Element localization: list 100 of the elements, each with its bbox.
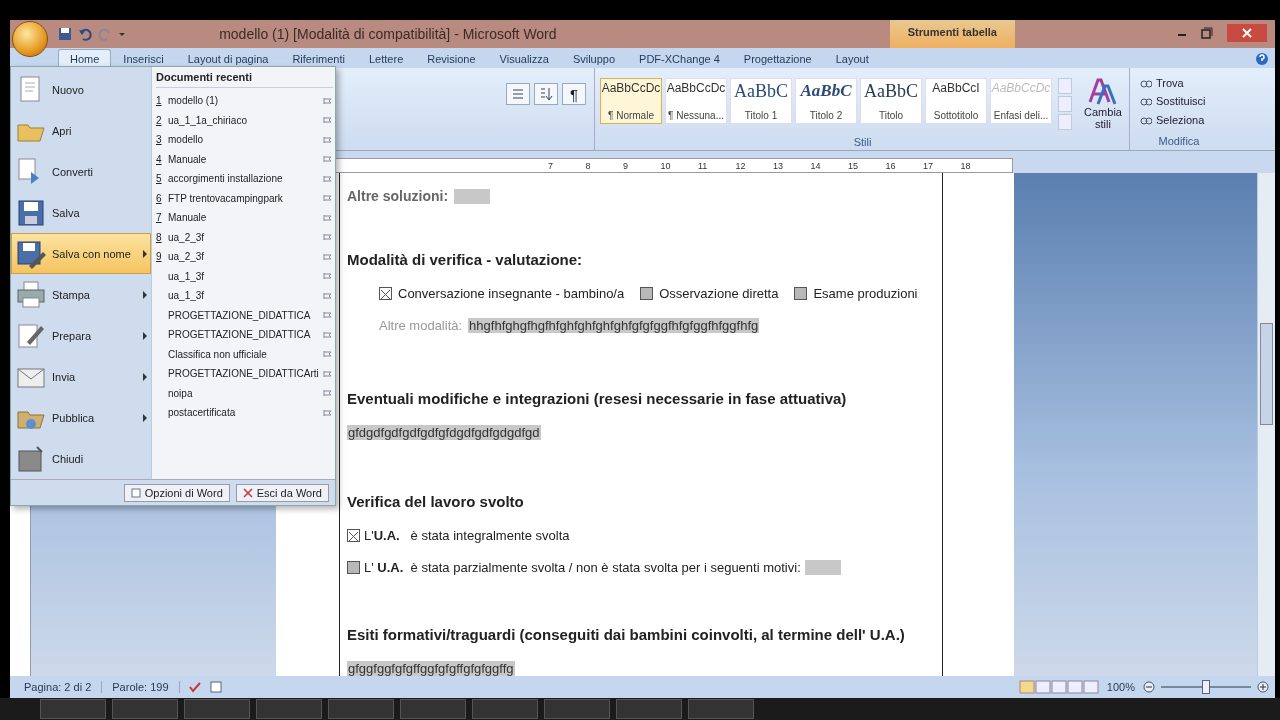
recent-document-item[interactable]: 5 accorgimenti installazione: [156, 169, 333, 189]
pin-icon[interactable]: [323, 369, 333, 378]
office-button[interactable]: [12, 21, 48, 57]
style-tile[interactable]: AaBbCcDc ¶ Nessuna...: [665, 78, 727, 124]
text-field[interactable]: hhgfhfghgfhgfhfghfghfghfghfgfgfggfhfgfggfhfggfhfg: [468, 317, 760, 333]
menu-item[interactable]: Nuovo: [11, 69, 151, 110]
checkbox[interactable]: [640, 286, 654, 300]
pin-icon[interactable]: [323, 330, 333, 339]
recent-document-item[interactable]: 3 modello: [156, 130, 333, 150]
save-icon[interactable]: [58, 27, 72, 41]
ribbon-tab[interactable]: PDF-XChange 4: [627, 49, 732, 68]
undo-icon[interactable]: [78, 27, 92, 41]
menu-button[interactable]: Esci da Word: [235, 483, 329, 502]
style-tile[interactable]: AaBbC Titolo 2: [795, 78, 857, 124]
pin-icon[interactable]: [323, 135, 333, 144]
ruler-number: 11: [698, 160, 709, 171]
restore-icon[interactable]: [1201, 27, 1213, 39]
style-tile[interactable]: AaBbC Titolo: [860, 78, 922, 124]
show-marks-button[interactable]: ¶: [562, 83, 586, 105]
recent-document-item[interactable]: 8 ua_2_3f: [156, 227, 333, 247]
zoom-in-icon[interactable]: [1257, 681, 1269, 693]
change-styles-button[interactable]: Cambia stili: [1081, 78, 1125, 130]
recent-document-item[interactable]: 2 ua_1_1a_chiriaco: [156, 110, 333, 130]
ribbon-button[interactable]: Sostituisci: [1140, 92, 1218, 111]
pin-icon[interactable]: [323, 96, 333, 105]
recent-document-item[interactable]: 7 Manuale: [156, 208, 333, 228]
view-buttons-icon[interactable]: [1018, 680, 1099, 694]
style-tile[interactable]: AaBbC Titolo 1: [730, 78, 792, 124]
close-button[interactable]: [1227, 24, 1267, 42]
sort-button[interactable]: [534, 83, 558, 105]
checkbox-label: L' U.A. è stata parzialmente svolta / non è stata svolta per i seguenti motivi:: [364, 559, 801, 575]
zoom-out-icon[interactable]: [1143, 681, 1155, 693]
ribbon-tab[interactable]: Lettere: [357, 49, 416, 68]
text-field[interactable]: [804, 559, 841, 575]
checkbox-label: Esame produzioni: [813, 285, 918, 301]
ribbon-tab[interactable]: Inserisci: [111, 49, 176, 68]
pin-icon[interactable]: [323, 194, 333, 203]
recent-document-item[interactable]: ua_1_3f: [156, 266, 333, 286]
checkbox[interactable]: [794, 286, 808, 300]
pin-icon[interactable]: [323, 350, 333, 359]
ruler-number: 17: [923, 160, 934, 171]
recent-document-item[interactable]: noipa: [156, 383, 333, 403]
proofing-icon[interactable]: [187, 681, 202, 693]
menu-item[interactable]: Invia: [11, 356, 151, 397]
ribbon-tab[interactable]: Progettazione: [731, 49, 824, 68]
dropdown-icon[interactable]: [118, 30, 126, 38]
menu-button[interactable]: Opzioni di Word: [123, 483, 230, 502]
recent-document-item[interactable]: ua_1_3f: [156, 286, 333, 306]
menu-item[interactable]: Pubblica: [11, 397, 151, 438]
pin-icon[interactable]: [323, 233, 333, 242]
ribbon-button[interactable]: Trova: [1140, 74, 1218, 93]
menu-item[interactable]: Apri: [11, 110, 151, 151]
text-field[interactable]: gfdgdfgdfgdfgdfgfdgdfgdfgdgdfgd: [347, 424, 541, 440]
recent-document-item[interactable]: postacertificata: [156, 403, 333, 423]
recent-document-item[interactable]: 6 FTP trentovacampingpark: [156, 188, 333, 208]
menu-item[interactable]: Prepara: [11, 315, 151, 356]
checkbox[interactable]: [347, 528, 360, 542]
text-field[interactable]: [454, 188, 491, 204]
recent-document-item[interactable]: 1 modello (1): [156, 91, 333, 111]
pin-icon[interactable]: [323, 291, 333, 300]
style-tile[interactable]: AaBbCcDc ¶ Normale: [600, 78, 662, 124]
menu-item[interactable]: Stampa: [11, 274, 151, 315]
ribbon-tab[interactable]: Riferimenti: [280, 49, 357, 68]
page-count: Pagina: 2 di 2: [14, 681, 103, 693]
help-icon[interactable]: [1255, 52, 1269, 66]
menu-item[interactable]: Converti: [11, 151, 151, 192]
ribbon-button[interactable]: Seleziona: [1140, 110, 1218, 129]
pin-icon[interactable]: [323, 174, 333, 183]
menu-item[interactable]: Chiudi: [11, 438, 151, 479]
recent-document-item[interactable]: PROGETTAZIONE_DIDATTICArti: [156, 364, 333, 384]
pin-icon[interactable]: [323, 311, 333, 320]
menu-item[interactable]: Salva con nome: [11, 233, 151, 274]
ribbon-tab[interactable]: Visualizza: [487, 49, 561, 68]
recent-document-item[interactable]: 9 ua_2_3f: [156, 247, 333, 267]
pin-icon[interactable]: [323, 155, 333, 164]
recent-document-item[interactable]: Classifica non ufficiale: [156, 344, 333, 364]
checkbox[interactable]: [347, 560, 360, 574]
recent-document-item[interactable]: PROGETTAZIONE_DIDATTICA: [156, 325, 333, 345]
pin-icon[interactable]: [323, 213, 333, 222]
pin-icon[interactable]: [323, 252, 333, 261]
field-label: Altre soluzioni:: [347, 188, 449, 204]
ribbon-tab[interactable]: Layout: [823, 49, 881, 68]
ribbon-tab[interactable]: Revisione: [415, 49, 488, 68]
pin-icon[interactable]: [323, 116, 333, 125]
recent-documents-title: Documenti recenti: [156, 71, 333, 88]
pin-icon[interactable]: [323, 272, 333, 281]
vertical-scrollbar[interactable]: [1257, 173, 1275, 676]
style-tile[interactable]: AaBbCcI Sottotitolo: [925, 78, 987, 124]
pin-icon[interactable]: [323, 389, 333, 398]
recent-document-item[interactable]: PROGETTAZIONE_DIDATTICA: [156, 305, 333, 325]
ruler-number: 16: [885, 160, 897, 171]
ribbon-tab[interactable]: Layout di pagina: [175, 49, 281, 68]
checkbox[interactable]: [379, 286, 392, 300]
ribbon-tab[interactable]: Sviluppo: [560, 49, 628, 68]
text-field[interactable]: gfggfggfgfgffggfgfgffgfgfggffg: [347, 660, 515, 676]
list-button[interactable]: [506, 83, 530, 105]
pin-icon[interactable]: [323, 408, 333, 417]
style-tile[interactable]: AaBbCcDc Enfasi deli...: [990, 78, 1052, 124]
recent-document-item[interactable]: 4 Manuale: [156, 149, 333, 169]
menu-item[interactable]: Salva: [11, 192, 151, 233]
